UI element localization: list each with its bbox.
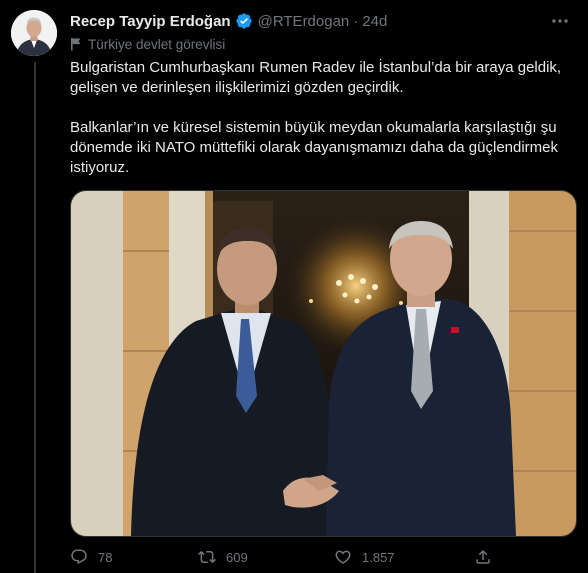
avatar-photo	[11, 10, 57, 56]
heart-icon	[335, 550, 351, 564]
share-icon	[476, 549, 490, 564]
like-button[interactable]: 1.857	[334, 548, 474, 566]
tweet-time[interactable]: 24d	[362, 13, 387, 30]
separator-dot: ·	[353, 12, 359, 30]
retweet-button[interactable]: 609	[198, 548, 334, 566]
avatar[interactable]	[11, 10, 57, 56]
thread-line	[34, 62, 36, 573]
verified-badge-icon	[235, 12, 253, 30]
retweet-count: 609	[226, 549, 248, 565]
tweet-text: Bulgaristan Cumhurbaşkanı Rumen Radev il…	[70, 58, 575, 178]
share-button[interactable]	[474, 548, 502, 566]
tweet-paragraph: Bulgaristan Cumhurbaşkanı Rumen Radev il…	[70, 59, 562, 96]
reply-icon	[71, 549, 87, 565]
like-count: 1.857	[362, 549, 395, 565]
reply-button[interactable]: 78	[70, 548, 198, 566]
reply-count: 78	[98, 549, 113, 565]
tweet-header: Recep Tayyip Erdoğan @RTErdogan · 24d	[70, 10, 387, 32]
account-label-text: Türkiye devlet görevlisi	[88, 36, 226, 52]
retweet-icon	[198, 550, 216, 564]
tweet-actions: 78 609 1.857	[70, 547, 510, 567]
author-name[interactable]: Recep Tayyip Erdoğan	[70, 13, 231, 30]
account-label[interactable]: Türkiye devlet görevlisi	[70, 35, 225, 53]
handshake-photo	[71, 191, 576, 536]
tweet-paragraph: Balkanlar’ın ve küresel sistemin büyük m…	[70, 119, 559, 176]
more-icon[interactable]	[546, 10, 574, 32]
flag-icon	[71, 38, 81, 51]
author-handle[interactable]: @RTErdogan	[258, 13, 350, 30]
tweet-photo[interactable]	[70, 190, 577, 537]
